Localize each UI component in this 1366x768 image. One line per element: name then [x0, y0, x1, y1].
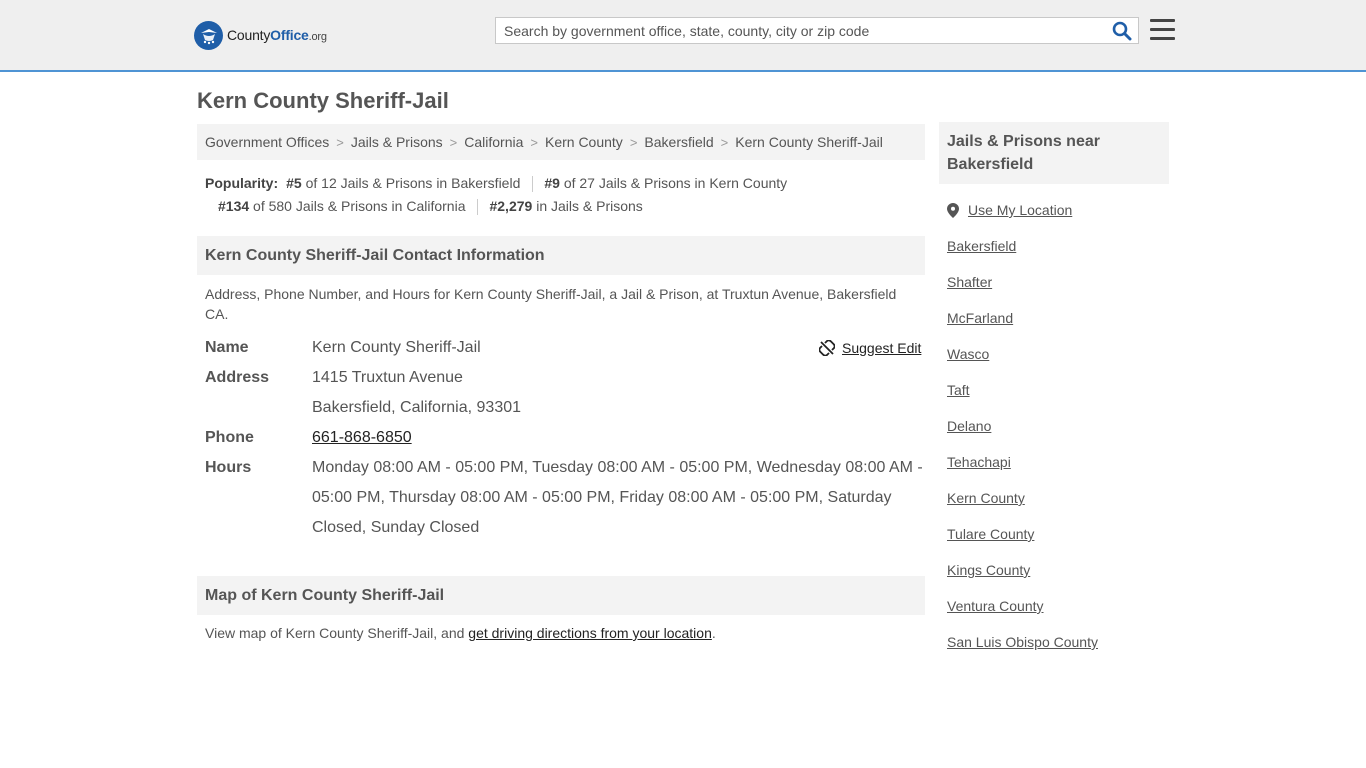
hamburger-menu-icon[interactable]: [1150, 19, 1175, 41]
breadcrumb-government-offices[interactable]: Government Offices: [205, 134, 329, 150]
chevron-right-icon: >: [449, 134, 458, 150]
chevron-right-icon: >: [720, 134, 729, 150]
popularity-text: in Jails & Prisons: [532, 198, 643, 214]
popularity-text: of 12 Jails & Prisons in Bakersfield: [301, 175, 521, 191]
use-my-location-button[interactable]: Use My Location: [947, 197, 1167, 223]
map-heading: Map of Kern County Sheriff-Jail: [197, 576, 925, 615]
logo-main: County: [227, 27, 271, 43]
divider: [477, 199, 479, 216]
address-value: 1415 Truxtun Avenue Bakersfield, Califor…: [312, 363, 925, 423]
sidebar-link-delano[interactable]: Delano: [947, 413, 1167, 449]
breadcrumb-current: Kern County Sheriff-Jail: [735, 134, 883, 150]
popularity-rank: #9: [544, 175, 560, 191]
contact-description: Address, Phone Number, and Hours for Ker…: [205, 286, 897, 322]
sidebar-link-shafter[interactable]: Shafter: [947, 269, 1167, 305]
popularity-text: of 580 Jails & Prisons in California: [249, 198, 466, 214]
sidebar-link-taft[interactable]: Taft: [947, 377, 1167, 413]
contact-heading: Kern County Sheriff-Jail Contact Informa…: [197, 236, 925, 275]
driving-directions-link[interactable]: get driving directions from your locatio…: [468, 625, 712, 641]
popularity-label: Popularity:: [205, 175, 279, 191]
info-row-hours: Hours Monday 08:00 AM - 05:00 PM, Tuesda…: [205, 453, 925, 543]
sidebar-link-mcfarland[interactable]: McFarland: [947, 305, 1167, 341]
sidebar-heading: Jails & Prisons near Bakersfield: [939, 122, 1169, 184]
map-pin-icon: [947, 202, 959, 218]
hours-label: Hours: [205, 459, 252, 476]
popularity-row: #134 of 580 Jails & Prisons in Californi…: [205, 195, 925, 218]
seal-stars-icon: [194, 20, 223, 50]
sidebar-link-san-luis-obispo-county[interactable]: San Luis Obispo County: [947, 629, 1167, 665]
logo-accent: Office: [270, 27, 309, 43]
address-label: Address: [205, 369, 270, 386]
sidebar-link-kings-county[interactable]: Kings County: [947, 557, 1167, 593]
site-logo[interactable]: CountyOffice.org: [194, 20, 327, 50]
popularity-rank: #134: [218, 198, 250, 214]
phone-value: 661-868-6850: [312, 423, 925, 453]
name-value: Kern County Sheriff-Jail: [312, 339, 481, 356]
map-desc-prefix: View map of Kern County Sheriff-Jail, an…: [205, 625, 469, 641]
popularity-item: #134 of 580 Jails & Prisons in Californi…: [218, 195, 465, 218]
sidebar-link-tulare-county[interactable]: Tulare County: [947, 521, 1167, 557]
sidebar-link-bakersfield[interactable]: Bakersfield: [947, 233, 1167, 269]
popularity-text: of 27 Jails & Prisons in Kern County: [559, 175, 788, 191]
search-box: [495, 17, 1139, 44]
chevron-right-icon: >: [629, 134, 638, 150]
use-my-location-label: Use My Location: [968, 202, 1073, 218]
breadcrumb-california[interactable]: California: [464, 134, 523, 150]
phone-label: Phone: [205, 429, 254, 446]
logo-text: CountyOffice.org: [227, 27, 327, 43]
sidebar-link-ventura-county[interactable]: Ventura County: [947, 593, 1167, 629]
map-description: View map of Kern County Sheriff-Jail, an…: [205, 623, 915, 643]
breadcrumb-kern-county[interactable]: Kern County: [545, 134, 623, 150]
sidebar-link-wasco[interactable]: Wasco: [947, 341, 1167, 377]
address-line1: 1415 Truxtun Avenue: [312, 369, 463, 386]
chevron-right-icon: >: [336, 134, 344, 150]
info-row-address: Address 1415 Truxtun Avenue Bakersfield,…: [205, 363, 925, 423]
logo-tld: .org: [308, 31, 327, 43]
hours-value: Monday 08:00 AM - 05:00 PM, Tuesday 08:0…: [312, 459, 923, 536]
chevron-right-icon: >: [530, 134, 538, 150]
popularity-item: #9 of 27 Jails & Prisons in Kern County: [544, 172, 787, 195]
breadcrumb-jails-prisons[interactable]: Jails & Prisons: [351, 134, 443, 150]
search-input[interactable]: [496, 18, 1112, 43]
address-line2: Bakersfield, California, 93301: [312, 399, 522, 416]
sidebar-link-tehachapi[interactable]: Tehachapi: [947, 449, 1167, 485]
info-row-name: Name Kern County Sheriff-Jail: [205, 333, 925, 363]
search-icon: [1112, 21, 1132, 41]
phone-link[interactable]: 661-868-6850: [312, 429, 412, 446]
divider: [532, 176, 534, 193]
sidebar-link-kern-county[interactable]: Kern County: [947, 485, 1167, 521]
contact-details: Name Kern County Sheriff-Jail Address 14…: [205, 333, 925, 543]
name-label: Name: [205, 339, 249, 356]
map-desc-suffix: .: [711, 625, 716, 641]
search-button[interactable]: [1112, 21, 1132, 41]
nearby-list: Use My Location Bakersfield Shafter McFa…: [947, 197, 1167, 665]
breadcrumb-bakersfield[interactable]: Bakersfield: [644, 134, 713, 150]
popularity-item: #2,279 in Jails & Prisons: [489, 195, 642, 218]
popularity-rankings: Popularity: #5 of 12 Jails & Prisons in B…: [205, 172, 925, 218]
site-header: CountyOffice.org: [0, 0, 1366, 72]
page-title: Kern County Sheriff-Jail: [197, 88, 449, 113]
popularity-row: Popularity: #5 of 12 Jails & Prisons in B…: [205, 172, 925, 195]
info-row-phone: Phone 661-868-6850: [205, 423, 925, 453]
breadcrumb: Government Offices > Jails & Prisons > Cal…: [197, 124, 925, 160]
popularity-rank: #2,279: [489, 198, 533, 214]
popularity-item: #5 of 12 Jails & Prisons in Bakersfield: [286, 172, 520, 195]
popularity-rank: #5: [286, 175, 302, 191]
